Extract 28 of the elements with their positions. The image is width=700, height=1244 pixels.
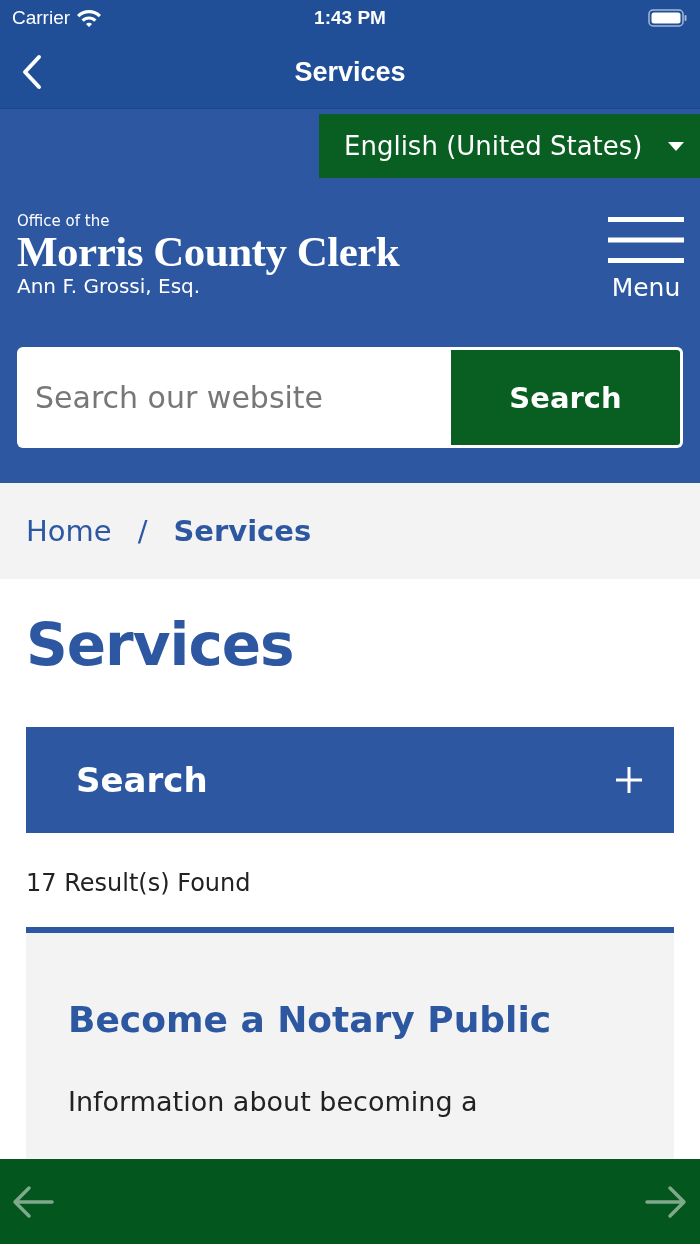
- breadcrumb-link[interactable]: Home: [26, 514, 112, 548]
- result-card[interactable]: Become a Notary Public Information about becoming a: [26, 927, 674, 1159]
- battery-icon: [648, 8, 688, 28]
- card-description: Information about becoming a: [68, 1085, 479, 1119]
- search-accordion[interactable]: Search: [26, 727, 674, 833]
- right-arrow-icon: [644, 1184, 688, 1219]
- card-title[interactable]: Become a Notary Public: [68, 999, 552, 1040]
- site-subtitle: Ann F. Grossi, Esq.: [17, 274, 201, 298]
- site-kicker: Office of the: [17, 212, 111, 230]
- caret-icon: [668, 141, 684, 151]
- language-dropdown[interactable]: English (United States): [319, 114, 700, 178]
- breadcrumb-separator: /: [137, 514, 148, 548]
- back-chevron-icon: [20, 54, 44, 90]
- search-button[interactable]: Search: [451, 347, 683, 448]
- menu-icon: [608, 217, 684, 263]
- search-field[interactable]: Search our website: [17, 347, 451, 448]
- page-heading: Services: [26, 611, 294, 679]
- left-arrow-icon: [12, 1184, 56, 1219]
- site-title: Morris County Clerk: [17, 230, 400, 274]
- menu-button[interactable]: Menu: [608, 217, 684, 302]
- screen-title: Services: [294, 56, 406, 87]
- breadcrumb-link[interactable]: Services: [173, 514, 312, 548]
- carrier-label: Carrier: [12, 7, 71, 29]
- plus-icon: [616, 767, 642, 793]
- status-time: 1:43 PM: [314, 7, 386, 28]
- results-count: 17 Result(s) Found: [26, 869, 251, 897]
- back-button[interactable]: [20, 54, 44, 90]
- wifi-icon: [76, 8, 103, 28]
